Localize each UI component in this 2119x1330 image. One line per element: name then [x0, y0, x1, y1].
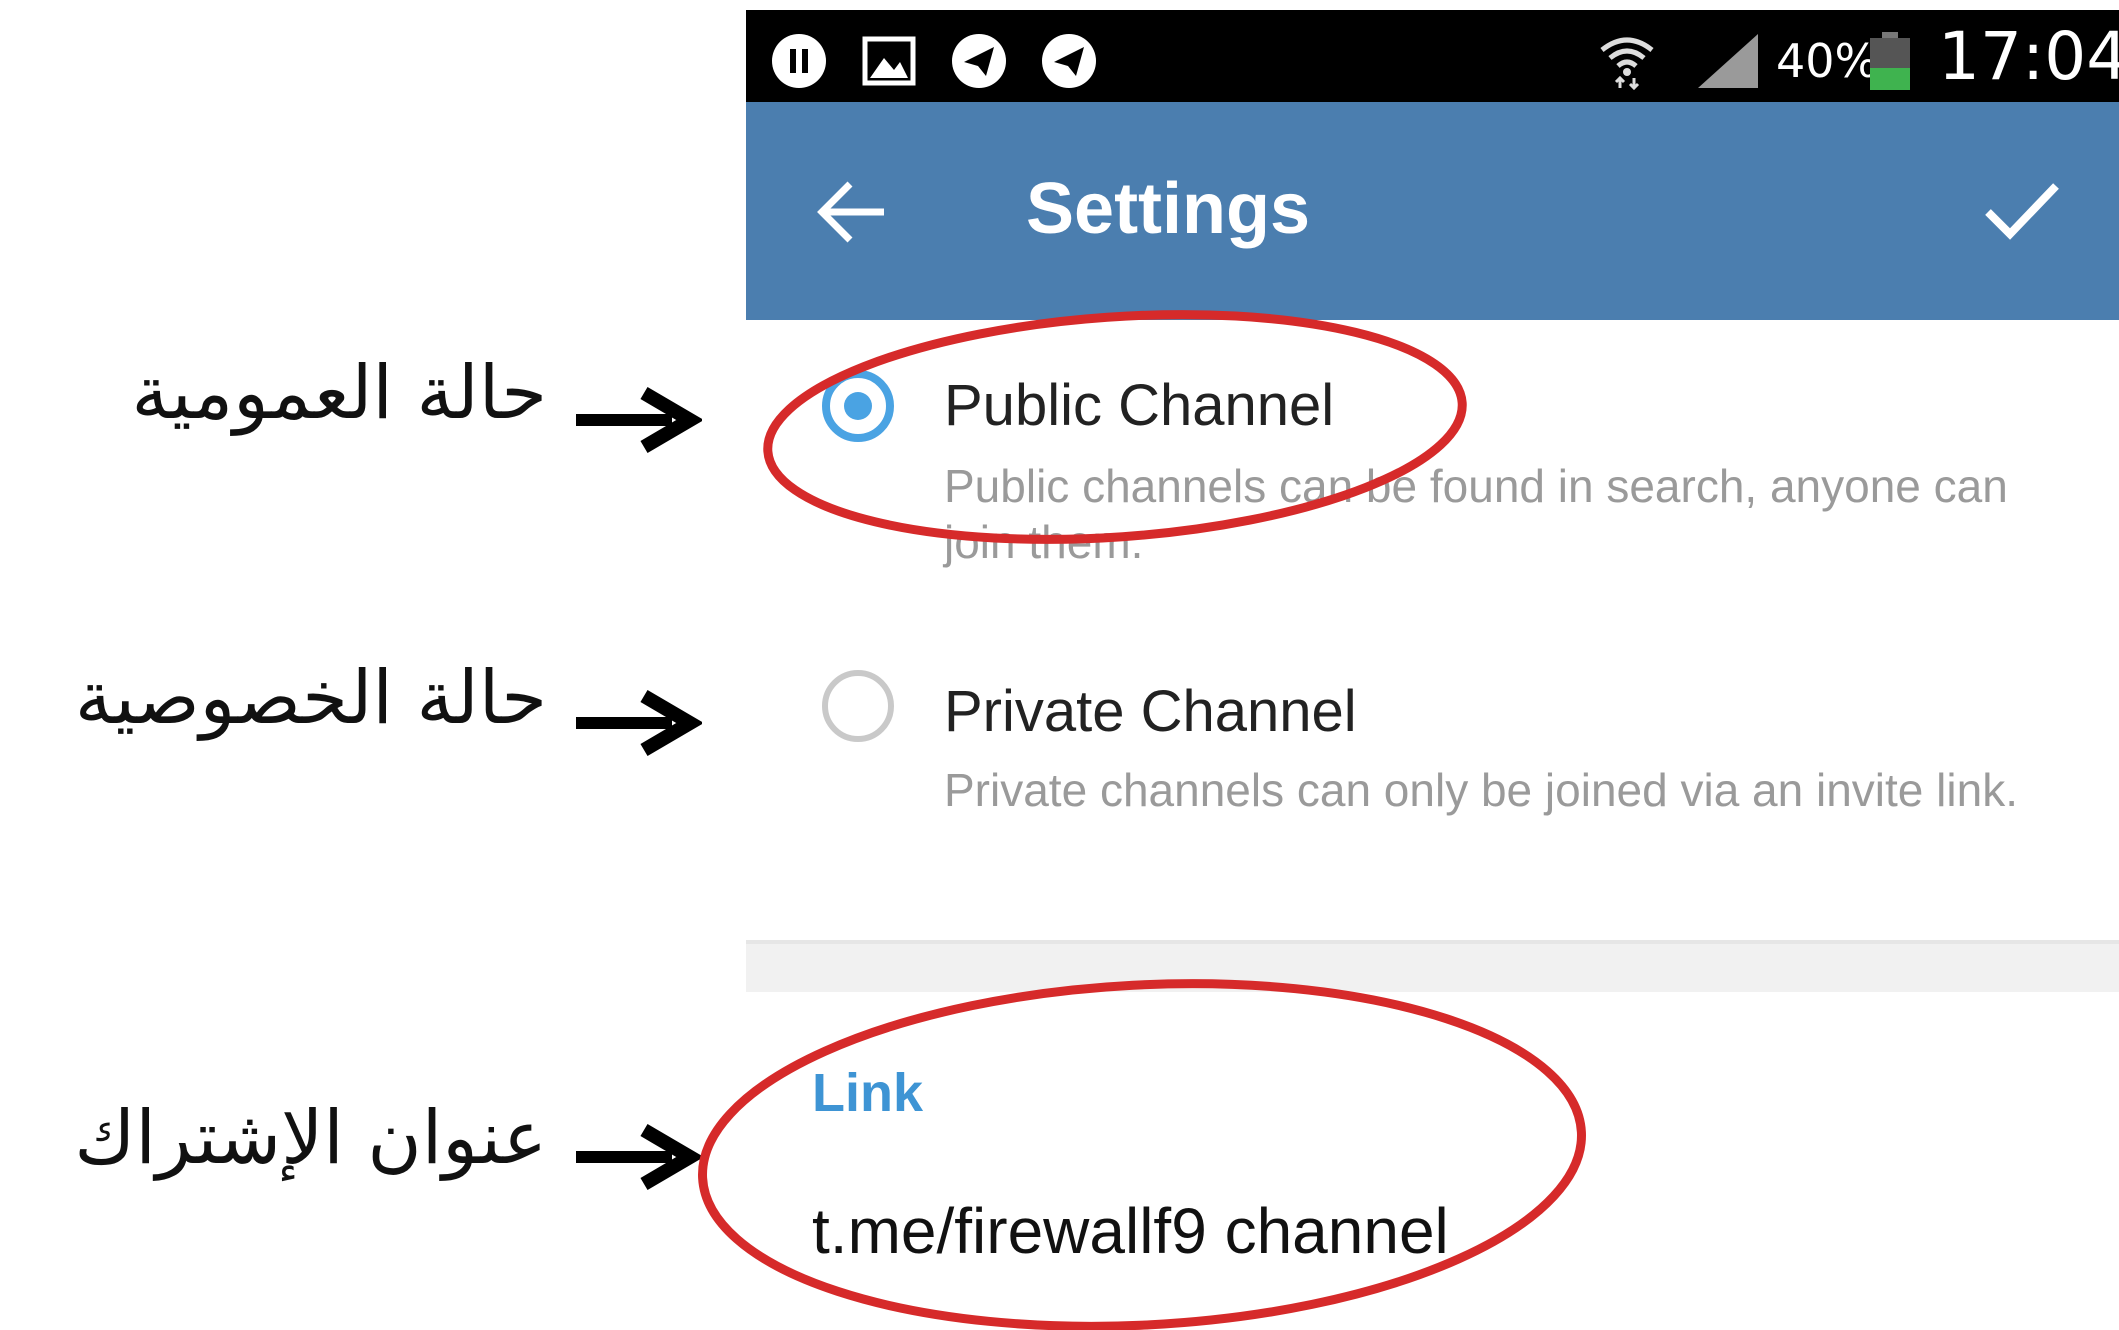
- arrow-right-icon: [576, 386, 702, 454]
- private-channel-radio[interactable]: [822, 670, 894, 742]
- link-field[interactable]: t.me/firewallf9 channel: [812, 1194, 1449, 1268]
- private-channel-option[interactable]: Private Channel Private channels can onl…: [746, 640, 2119, 940]
- private-channel-description: Private channels can only be joined via …: [944, 764, 2018, 816]
- arrow-left-icon[interactable]: [814, 174, 890, 250]
- public-channel-title: Public Channel: [944, 373, 1335, 438]
- annotation-public-label: حالة العمومية: [131, 350, 548, 436]
- telegram-icon: [950, 32, 1008, 90]
- public-channel-radio[interactable]: [822, 370, 894, 442]
- pause-icon: [770, 32, 828, 90]
- phone-screen: 40% 17:04 Settings Public Channel Public…: [746, 10, 2119, 1330]
- clock: 17:04: [1938, 18, 2119, 95]
- page-title: Settings: [1026, 169, 1311, 249]
- app-toolbar: Settings: [746, 102, 2119, 320]
- arrow-right-icon: [576, 1123, 702, 1191]
- battery-icon: [1868, 32, 1912, 90]
- signal-icon: [1696, 32, 1762, 90]
- link-label: Link: [812, 1063, 924, 1123]
- public-channel-option[interactable]: Public Channel Public channels can be fo…: [746, 330, 2119, 620]
- status-bar: 40% 17:04: [746, 10, 2119, 102]
- check-icon[interactable]: [1982, 178, 2062, 244]
- wifi-icon: [1598, 32, 1656, 90]
- public-channel-description: Public channels can be found in search, …: [944, 460, 2008, 568]
- arrow-right-icon: [576, 689, 702, 757]
- private-channel-title: Private Channel: [944, 679, 1357, 744]
- annotation-private-label: حالة الخصوصية: [74, 655, 547, 741]
- battery-percent: 40%: [1776, 34, 1879, 88]
- telegram-icon: [1040, 32, 1098, 90]
- section-divider: [746, 940, 2119, 992]
- annotation-link-label: عنوان الإشتراك: [74, 1095, 547, 1181]
- image-icon: [860, 32, 918, 90]
